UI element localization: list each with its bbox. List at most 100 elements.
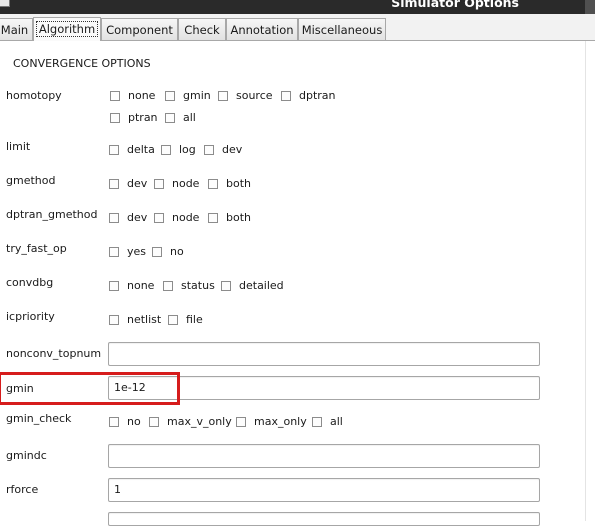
checkbox-box[interactable]: [281, 90, 291, 101]
tab-component-label: Component: [106, 23, 173, 37]
next-option-input[interactable]: [108, 512, 540, 526]
option-label: gmin: [183, 89, 211, 102]
option-label: source: [236, 89, 273, 102]
checkbox-box[interactable]: [168, 314, 178, 325]
gmin-highlight-box: [0, 372, 180, 405]
homotopy-gmin-checkbox[interactable]: gmin: [165, 89, 211, 102]
option-label: max_only: [254, 415, 307, 428]
checkbox-box[interactable]: [152, 246, 162, 257]
gmin-check-max-only-checkbox[interactable]: max_only: [236, 415, 307, 428]
tab-component[interactable]: Component: [101, 18, 178, 40]
checkbox-box[interactable]: [109, 178, 119, 189]
checkbox-box[interactable]: [149, 416, 159, 427]
tab-miscellaneous[interactable]: Miscellaneous: [298, 18, 386, 40]
checkbox-box[interactable]: [154, 178, 164, 189]
homotopy-source-checkbox[interactable]: source: [218, 89, 273, 102]
gmindc-input[interactable]: [108, 444, 540, 468]
option-label: yes: [127, 245, 147, 258]
checkbox-box[interactable]: [163, 280, 173, 291]
homotopy-none-checkbox[interactable]: none: [110, 89, 155, 102]
checkbox-box[interactable]: [165, 112, 175, 123]
gmethod-label: gmethod: [6, 174, 56, 187]
icpriority-label: icpriority: [6, 310, 55, 323]
tab-annotation[interactable]: Annotation: [226, 18, 298, 40]
option-label: max_v_only: [167, 415, 232, 428]
option-label: dev: [222, 143, 243, 156]
option-label: dev: [127, 177, 148, 190]
checkbox-box[interactable]: [110, 90, 120, 101]
checkbox-box[interactable]: [161, 144, 171, 155]
checkbox-box[interactable]: [221, 280, 231, 291]
convdbg-detailed-checkbox[interactable]: detailed: [221, 279, 284, 292]
tab-check[interactable]: Check: [178, 18, 226, 40]
option-label: dev: [127, 211, 148, 224]
gmethod-node-checkbox[interactable]: node: [154, 177, 199, 190]
gmin-check-no-checkbox[interactable]: no: [109, 415, 141, 428]
vertical-scrollbar[interactable]: [585, 41, 595, 521]
gmethod-both-checkbox[interactable]: both: [208, 177, 251, 190]
checkbox-box[interactable]: [109, 144, 119, 155]
window-menu-icon[interactable]: [0, 0, 10, 7]
titlebar-edge: [585, 0, 595, 14]
gmindc-label: gmindc: [6, 449, 47, 462]
homotopy-label: homotopy: [6, 89, 62, 102]
checkbox-box[interactable]: [109, 212, 119, 223]
convdbg-status-checkbox[interactable]: status: [163, 279, 215, 292]
gmin-check-max-v-only-checkbox[interactable]: max_v_only: [149, 415, 232, 428]
convdbg-none-checkbox[interactable]: none: [109, 279, 154, 292]
checkbox-box[interactable]: [109, 280, 119, 291]
option-label: node: [172, 177, 200, 190]
option-label: both: [226, 177, 251, 190]
icpriority-netlist-checkbox[interactable]: netlist: [109, 313, 161, 326]
option-label: both: [226, 211, 251, 224]
tab-check-label: Check: [184, 23, 220, 37]
limit-label: limit: [6, 140, 31, 153]
option-label: no: [170, 245, 184, 258]
option-label: ptran: [128, 111, 158, 124]
checkbox-box[interactable]: [154, 212, 164, 223]
tab-main[interactable]: Main: [0, 18, 33, 40]
checkbox-box[interactable]: [208, 212, 218, 223]
window-title: Simulator Options: [391, 0, 519, 10]
checkbox-box[interactable]: [208, 178, 218, 189]
limit-dev-checkbox[interactable]: dev: [204, 143, 242, 156]
checkbox-box[interactable]: [312, 416, 322, 427]
try-fast-op-yes-checkbox[interactable]: yes: [109, 245, 146, 258]
gmethod-dev-checkbox[interactable]: dev: [109, 177, 147, 190]
checkbox-box[interactable]: [109, 314, 119, 325]
gmin-check-all-checkbox[interactable]: all: [312, 415, 343, 428]
homotopy-dptran-checkbox[interactable]: dptran: [281, 89, 336, 102]
checkbox-box[interactable]: [165, 90, 175, 101]
option-label: delta: [127, 143, 155, 156]
dptran-gmethod-label: dptran_gmethod: [6, 208, 98, 221]
checkbox-box[interactable]: [109, 246, 119, 257]
tab-annotation-label: Annotation: [230, 23, 294, 37]
option-label: status: [181, 279, 215, 292]
dptran-gmethod-dev-checkbox[interactable]: dev: [109, 211, 147, 224]
nonconv-topnum-label: nonconv_topnum: [6, 347, 102, 360]
checkbox-box[interactable]: [204, 144, 214, 155]
nonconv-topnum-input[interactable]: [108, 342, 540, 366]
limit-log-checkbox[interactable]: log: [161, 143, 196, 156]
checkbox-box[interactable]: [236, 416, 246, 427]
option-label: none: [127, 279, 155, 292]
convdbg-label: convdbg: [6, 276, 54, 289]
homotopy-ptran-checkbox[interactable]: ptran: [110, 111, 158, 124]
limit-delta-checkbox[interactable]: delta: [109, 143, 155, 156]
icpriority-file-checkbox[interactable]: file: [168, 313, 203, 326]
checkbox-box[interactable]: [110, 112, 120, 123]
try-fast-op-label: try_fast_op: [6, 242, 67, 255]
option-label: dptran: [299, 89, 336, 102]
rforce-label: rforce: [6, 483, 39, 496]
checkbox-box[interactable]: [218, 90, 228, 101]
rforce-input[interactable]: 1: [108, 478, 540, 502]
try-fast-op-no-checkbox[interactable]: no: [152, 245, 184, 258]
tab-algorithm[interactable]: Algorithm: [33, 17, 101, 41]
checkbox-box[interactable]: [109, 416, 119, 427]
window-titlebar: Simulator Options: [0, 0, 595, 14]
option-label: all: [183, 111, 196, 124]
dptran-gmethod-both-checkbox[interactable]: both: [208, 211, 251, 224]
dptran-gmethod-node-checkbox[interactable]: node: [154, 211, 199, 224]
option-label: netlist: [127, 313, 162, 326]
homotopy-all-checkbox[interactable]: all: [165, 111, 196, 124]
